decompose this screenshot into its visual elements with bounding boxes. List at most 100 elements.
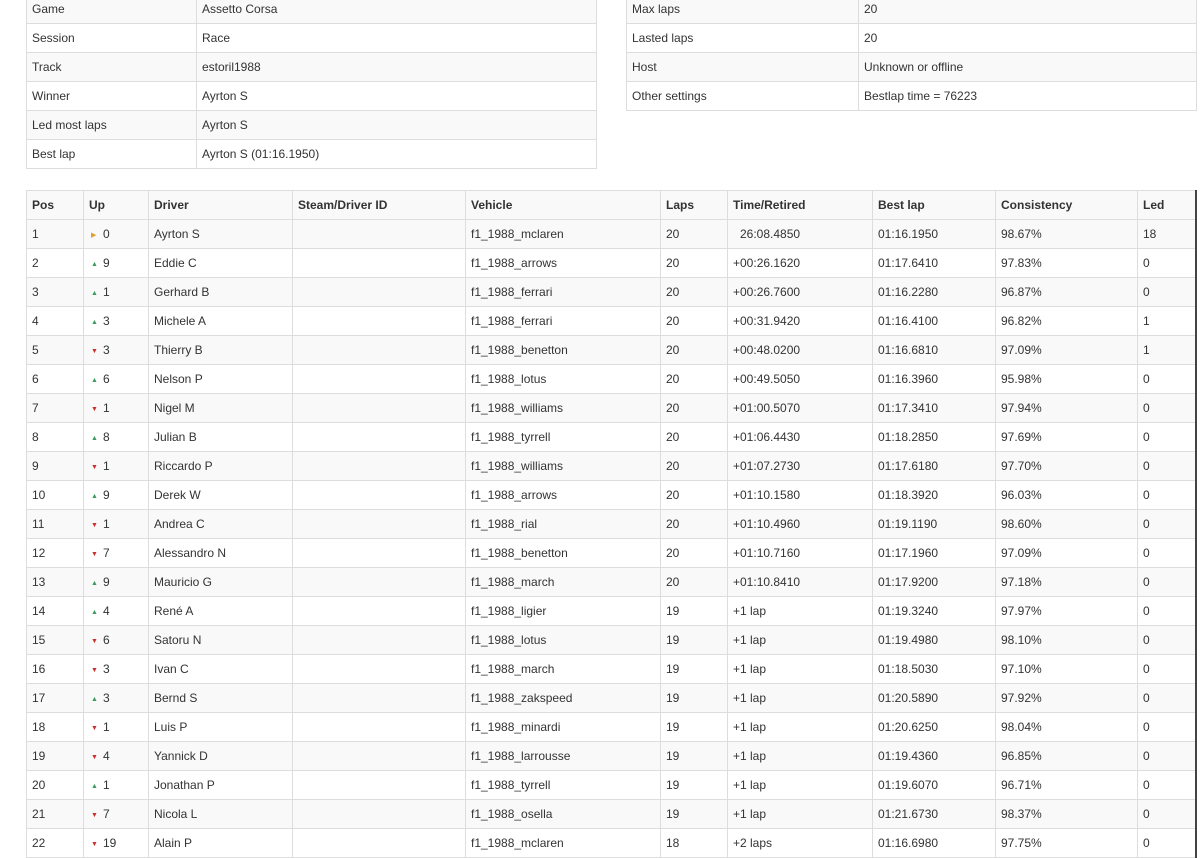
time-cell: +01:10.8410 xyxy=(727,567,873,597)
driver-cell: Bernd S xyxy=(148,683,293,713)
vehicle-cell: f1_1988_mclaren xyxy=(465,219,661,249)
vehicle-cell: f1_1988_mclaren xyxy=(465,828,661,858)
led-cell: 0 xyxy=(1137,480,1196,510)
position-change-value: 1 xyxy=(103,285,110,299)
column-header-up[interactable]: Up xyxy=(83,190,149,220)
arrow-down-icon: ▼ xyxy=(91,464,98,471)
session-info-row: Best lap Ayrton S (01:16.1950) xyxy=(26,139,597,169)
led-cell: 0 xyxy=(1137,654,1196,684)
led-cell: 0 xyxy=(1137,567,1196,597)
driver-cell: Nigel M xyxy=(148,393,293,423)
position-change-value: 9 xyxy=(103,575,110,589)
vehicle-cell: f1_1988_larrousse xyxy=(465,741,661,771)
vehicle-cell: f1_1988_osella xyxy=(465,799,661,829)
position-change-cell: ▼ 6 xyxy=(83,625,149,655)
column-header-steam-id[interactable]: Steam/Driver ID xyxy=(292,190,466,220)
table-row: 19 ▼ 4 Yannick Df1_1988_larrousse 19 +1 lap 01… xyxy=(26,741,1196,771)
laps-cell: 19 xyxy=(660,625,728,655)
vehicle-cell: f1_1988_zakspeed xyxy=(465,683,661,713)
position-cell: 5 xyxy=(26,335,84,365)
best-lap-cell: 01:16.1950 xyxy=(872,219,996,249)
driver-id-cell xyxy=(292,509,466,539)
laps-cell: 20 xyxy=(660,451,728,481)
arrow-down-icon: ▼ xyxy=(91,406,98,413)
best-lap-cell: 01:20.5890 xyxy=(872,683,996,713)
arrow-up-icon: ▲ xyxy=(91,261,98,268)
table-row: 16 ▼ 3 Ivan Cf1_1988_march 19 +1 lap 01:18.503… xyxy=(26,654,1196,684)
led-cell: 0 xyxy=(1137,248,1196,278)
driver-id-cell xyxy=(292,248,466,278)
position-change-cell: ▲ 6 xyxy=(83,364,149,394)
vehicle-cell: f1_1988_rial xyxy=(465,509,661,539)
arrow-up-icon: ▲ xyxy=(91,580,98,587)
column-header-laps[interactable]: Laps xyxy=(660,190,728,220)
driver-id-cell xyxy=(292,712,466,742)
time-cell: +01:06.4430 xyxy=(727,422,873,452)
table-row: 2 ▲ 9 Eddie Cf1_1988_arrows 20 +00:26.1620 01:… xyxy=(26,248,1196,278)
time-cell: +1 lap xyxy=(727,596,873,626)
column-header-led[interactable]: Led xyxy=(1137,190,1196,220)
position-cell: 20 xyxy=(26,770,84,800)
laps-cell: 20 xyxy=(660,480,728,510)
column-header-driver[interactable]: Driver xyxy=(148,190,293,220)
led-cell: 0 xyxy=(1137,625,1196,655)
vehicle-cell: f1_1988_williams xyxy=(465,451,661,481)
consistency-cell: 97.69% xyxy=(995,422,1138,452)
time-cell: +1 lap xyxy=(727,712,873,742)
driver-id-cell xyxy=(292,654,466,684)
column-header-vehicle[interactable]: Vehicle xyxy=(465,190,661,220)
vehicle-cell: f1_1988_ferrari xyxy=(465,277,661,307)
position-change-cell: ▼ 3 xyxy=(83,335,149,365)
position-change-value: 1 xyxy=(103,778,110,792)
vehicle-cell: f1_1988_benetton xyxy=(465,335,661,365)
table-row: 8 ▲ 8 Julian Bf1_1988_tyrrell 20 +01:06.4430 0… xyxy=(26,422,1196,452)
position-change-value: 3 xyxy=(103,691,110,705)
laps-cell: 20 xyxy=(660,422,728,452)
laps-cell: 19 xyxy=(660,596,728,626)
best-lap-cell: 01:18.5030 xyxy=(872,654,996,684)
session-info-label: Winner xyxy=(26,81,197,111)
driver-id-cell xyxy=(292,277,466,307)
position-change-cell: ▲ 1 xyxy=(83,277,149,307)
driver-cell: Derek W xyxy=(148,480,293,510)
laps-cell: 20 xyxy=(660,219,728,249)
table-row: 1 ▶ 0 Ayrton Sf1_1988_mclaren 20 26:08.4850 01… xyxy=(26,219,1196,249)
column-header-best-lap[interactable]: Best lap xyxy=(872,190,996,220)
driver-id-cell xyxy=(292,480,466,510)
table-row: 21 ▼ 7 Nicola Lf1_1988_osella 19 +1 lap 01:21.… xyxy=(26,799,1196,829)
position-change-cell: ▲ 9 xyxy=(83,567,149,597)
position-cell: 8 xyxy=(26,422,84,452)
led-cell: 0 xyxy=(1137,509,1196,539)
best-lap-cell: 01:18.3920 xyxy=(872,480,996,510)
column-header-pos[interactable]: Pos xyxy=(26,190,84,220)
position-cell: 9 xyxy=(26,451,84,481)
led-cell: 0 xyxy=(1137,770,1196,800)
consistency-cell: 98.10% xyxy=(995,625,1138,655)
position-change-value: 1 xyxy=(103,401,110,415)
driver-id-cell xyxy=(292,306,466,336)
server-info-table: Max laps 20 Lasted laps 20 Host Unknown or of… xyxy=(626,0,1197,111)
position-change-value: 9 xyxy=(103,488,110,502)
laps-cell: 20 xyxy=(660,335,728,365)
vehicle-cell: f1_1988_minardi xyxy=(465,712,661,742)
position-change-value: 9 xyxy=(103,256,110,270)
time-cell: +01:00.5070 xyxy=(727,393,873,423)
arrow-up-icon: ▲ xyxy=(91,696,98,703)
consistency-cell: 95.98% xyxy=(995,364,1138,394)
arrow-up-icon: ▲ xyxy=(91,319,98,326)
position-change-value: 19 xyxy=(103,836,117,850)
led-cell: 0 xyxy=(1137,277,1196,307)
session-info-value: estoril1988 xyxy=(196,52,597,82)
table-row: 5 ▼ 3 Thierry Bf1_1988_benetton 20 +00:48.020… xyxy=(26,335,1196,365)
arrow-down-icon: ▼ xyxy=(91,812,98,819)
arrow-down-icon: ▼ xyxy=(91,638,98,645)
consistency-cell: 98.67% xyxy=(995,219,1138,249)
arrow-down-icon: ▼ xyxy=(91,522,98,529)
driver-id-cell xyxy=(292,422,466,452)
consistency-cell: 98.60% xyxy=(995,509,1138,539)
column-header-consistency[interactable]: Consistency xyxy=(995,190,1138,220)
column-header-time[interactable]: Time/Retired xyxy=(727,190,873,220)
driver-id-cell xyxy=(292,770,466,800)
driver-cell: Yannick D xyxy=(148,741,293,771)
time-cell: +00:31.9420 xyxy=(727,306,873,336)
